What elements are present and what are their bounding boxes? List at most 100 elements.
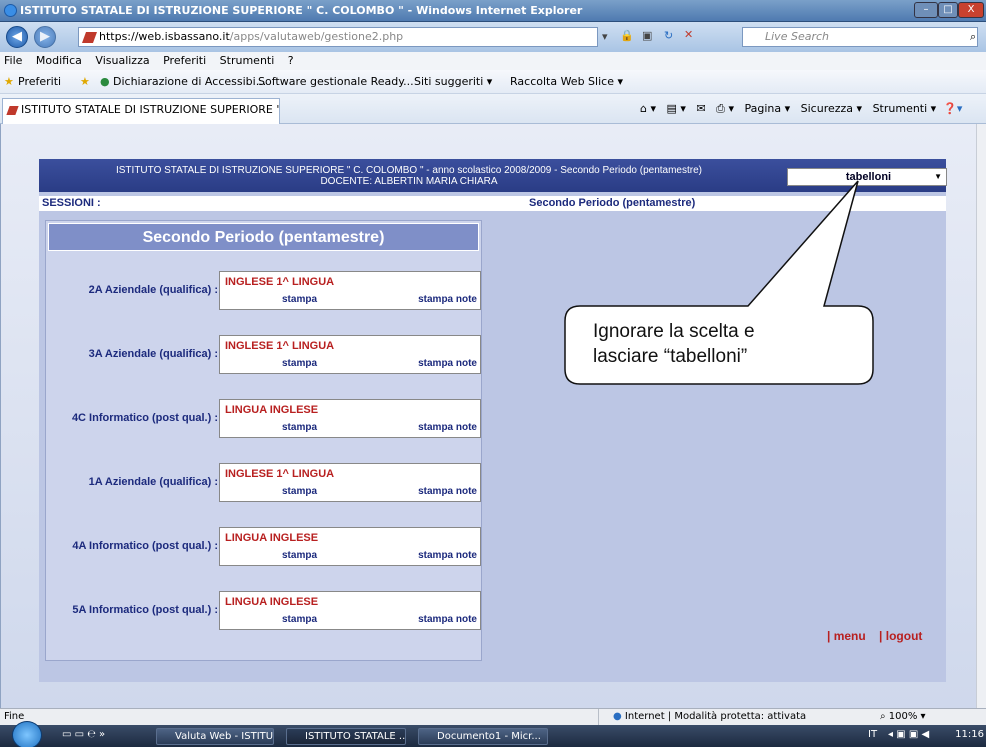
sessions-period-link[interactable]: Secondo Periodo (pentamestre) — [529, 196, 695, 211]
address-tools: ▾ 🔒 ▣ ↻ ✕ — [600, 27, 740, 47]
help-icon[interactable]: ❓▾ — [943, 102, 962, 115]
subject-box: LINGUA INGLESE stampa stampa note — [219, 591, 481, 630]
taskbar-item[interactable]: Documento1 - Micr... — [418, 728, 548, 745]
command-bar: ⌂ ▾ ▤ ▾ ✉ ⎙ ▾ Pagina ▾ Sicurezza ▾ Strum… — [640, 100, 962, 118]
page-viewport: ISTITUTO STATALE DI ISTRUZIONE SUPERIORE… — [0, 124, 986, 708]
subject-name: LINGUA INGLESE — [225, 596, 319, 608]
school-title: ISTITUTO STATALE DI ISTRUZIONE SUPERIORE… — [115, 165, 702, 176]
star-icon: ★ — [4, 75, 14, 88]
stampa-note-link[interactable]: stampa note — [418, 358, 477, 369]
address-bar[interactable]: https://web.isbassano.it/apps/valutaweb/… — [78, 27, 598, 47]
stampa-note-link[interactable]: stampa note — [418, 550, 477, 561]
stampa-note-link[interactable]: stampa note — [418, 486, 477, 497]
tray-icons[interactable]: ◂ ▣ ▣ ◀ — [888, 729, 929, 740]
class-name: 4A Informatico (post qual.) : — [72, 540, 218, 552]
page-header: ISTITUTO STATALE DI ISTRUZIONE SUPERIORE… — [39, 159, 947, 192]
forward-icon[interactable]: ▶ — [34, 26, 56, 48]
teacher-name: DOCENTE: ALBERTIN MARIA CHIARA — [320, 176, 498, 187]
stampa-link[interactable]: stampa — [282, 358, 317, 369]
callout-line-2: lasciare “tabelloni” — [593, 346, 748, 367]
title-bar: ISTITUTO STATALE DI ISTRUZIONE SUPERIORE… — [0, 0, 986, 22]
session-type-select[interactable]: tabelloni ▼ — [787, 168, 947, 186]
fav-link-3[interactable]: Siti suggeriti ▾ — [414, 70, 492, 94]
status-bar: Fine ● Internet | Modalità protetta: att… — [0, 708, 986, 725]
taskbar: ▭ ▭ ℮ » Valuta Web - ISTITU... ISTITUTO … — [0, 721, 986, 747]
vertical-scrollbar[interactable] — [976, 124, 986, 708]
class-row: 2A Aziendale (qualifica) : INGLESE 1^ LI… — [46, 271, 483, 311]
taskbar-item[interactable]: Valuta Web - ISTITU... — [156, 728, 274, 745]
dropdown-icon[interactable]: ▾ — [602, 30, 608, 43]
menu-bar: File Modifica Visualizza Preferiti Strum… — [0, 52, 986, 70]
menu-modifica[interactable]: Modifica — [36, 54, 82, 67]
class-row: 4A Informatico (post qual.) : LINGUA ING… — [46, 527, 483, 567]
callout-text: Ignorare la scelta e lasciare “tabelloni… — [593, 319, 863, 369]
sessions-bar: SESSIONI : Secondo Periodo (pentamestre) — [39, 196, 946, 211]
address-row: ◀ ▶ https://web.isbassano.it/apps/valuta… — [0, 22, 986, 52]
tab-active[interactable]: ISTITUTO STATALE DI ISTRUZIONE SUPERIORE… — [2, 98, 280, 124]
home-icon[interactable]: ⌂ ▾ — [640, 102, 656, 115]
menu-visualizza[interactable]: Visualizza — [95, 54, 149, 67]
refresh-icon[interactable]: ↻ — [664, 29, 673, 42]
compat-icon[interactable]: ▣ — [642, 29, 652, 42]
menu-file[interactable]: File — [4, 54, 22, 67]
security-menu[interactable]: Sicurezza ▾ — [801, 102, 862, 115]
start-button[interactable] — [12, 721, 42, 747]
mail-icon[interactable]: ✉ — [696, 102, 705, 115]
taskbar-item-active[interactable]: ISTITUTO STATALE ... — [286, 728, 406, 745]
period-panel: Secondo Periodo (pentamestre) 2A Azienda… — [45, 220, 482, 661]
maximize-button[interactable]: □ — [938, 2, 958, 18]
zoom-level: 100% — [888, 711, 918, 722]
globe-icon: ● — [613, 711, 625, 722]
menu-preferiti[interactable]: Preferiti — [163, 54, 206, 67]
stampa-link[interactable]: stampa — [282, 422, 317, 433]
fav-link-4[interactable]: Raccolta Web Slice ▾ — [510, 70, 623, 94]
subject-box: INGLESE 1^ LINGUA stampa stampa note — [219, 463, 481, 502]
subject-name: LINGUA INGLESE — [225, 404, 319, 416]
stampa-link[interactable]: stampa — [282, 486, 317, 497]
favorites-button[interactable]: Preferiti — [18, 70, 61, 94]
session-type-value: tabelloni — [845, 171, 892, 183]
tray-language[interactable]: IT — [868, 729, 877, 740]
stampa-link[interactable]: stampa — [282, 294, 317, 305]
minimize-button[interactable]: – — [914, 2, 938, 18]
menu-link[interactable]: | menu — [827, 629, 866, 643]
close-button[interactable]: X — [958, 2, 984, 18]
fav-link-2[interactable]: Software gestionale Ready... — [258, 70, 414, 94]
stampa-note-link[interactable]: stampa note — [418, 422, 477, 433]
ie-logo-icon — [4, 4, 17, 17]
print-icon[interactable]: ⎙ ▾ — [716, 102, 734, 115]
taskbar-item-label: Valuta Web - ISTITU... — [175, 731, 274, 742]
quicklaunch-icons[interactable]: ▭ ▭ ℮ » — [62, 729, 105, 740]
window-title: ISTITUTO STATALE DI ISTRUZIONE SUPERIORE… — [20, 4, 583, 17]
page-menu[interactable]: Pagina ▾ — [744, 102, 790, 115]
url-domain: https://web.isbassano.it — [99, 30, 230, 43]
search-input[interactable]: Live Search — [742, 27, 978, 47]
class-row: 3A Aziendale (qualifica) : INGLESE 1^ LI… — [46, 335, 483, 375]
subject-box: LINGUA INGLESE stampa stampa note — [219, 527, 481, 566]
footer-links: | menu | logout — [817, 629, 922, 643]
logout-link[interactable]: | logout — [879, 629, 922, 643]
menu-strumenti[interactable]: Strumenti — [220, 54, 275, 67]
stampa-link[interactable]: stampa — [282, 614, 317, 625]
feeds-icon[interactable]: ▤ ▾ — [667, 102, 686, 115]
url-path: /apps/valutaweb/gestione2.php — [229, 30, 404, 43]
stampa-note-link[interactable]: stampa note — [418, 294, 477, 305]
search-icon[interactable]: ⌕ — [970, 30, 976, 44]
class-name: 4C Informatico (post qual.) : — [71, 412, 218, 424]
menu-help[interactable]: ? — [288, 54, 294, 67]
class-name: 1A Aziendale (qualifica) : — [88, 476, 218, 488]
sessions-label: SESSIONI : — [42, 197, 101, 209]
class-name: 3A Aziendale (qualifica) : — [88, 348, 218, 360]
stop-icon[interactable]: ✕ — [684, 28, 693, 41]
subject-box: INGLESE 1^ LINGUA stampa stampa note — [219, 271, 481, 310]
lock-icon[interactable]: 🔒 — [620, 29, 634, 42]
zoom-control[interactable]: ⌕ 100% ▾ — [880, 709, 926, 725]
favorites-bar: ★ Preferiti ★ ● Dichiarazione di Accessi… — [0, 70, 986, 94]
panel-title: Secondo Periodo (pentamestre) — [48, 223, 479, 251]
back-icon[interactable]: ◀ — [6, 26, 28, 48]
stampa-link[interactable]: stampa — [282, 550, 317, 561]
stampa-note-link[interactable]: stampa note — [418, 614, 477, 625]
tools-menu[interactable]: Strumenti ▾ — [873, 102, 937, 115]
add-favorite-icon[interactable]: ★ — [80, 70, 90, 94]
fav-link-1[interactable]: Dichiarazione di Accessibi... — [113, 70, 266, 94]
